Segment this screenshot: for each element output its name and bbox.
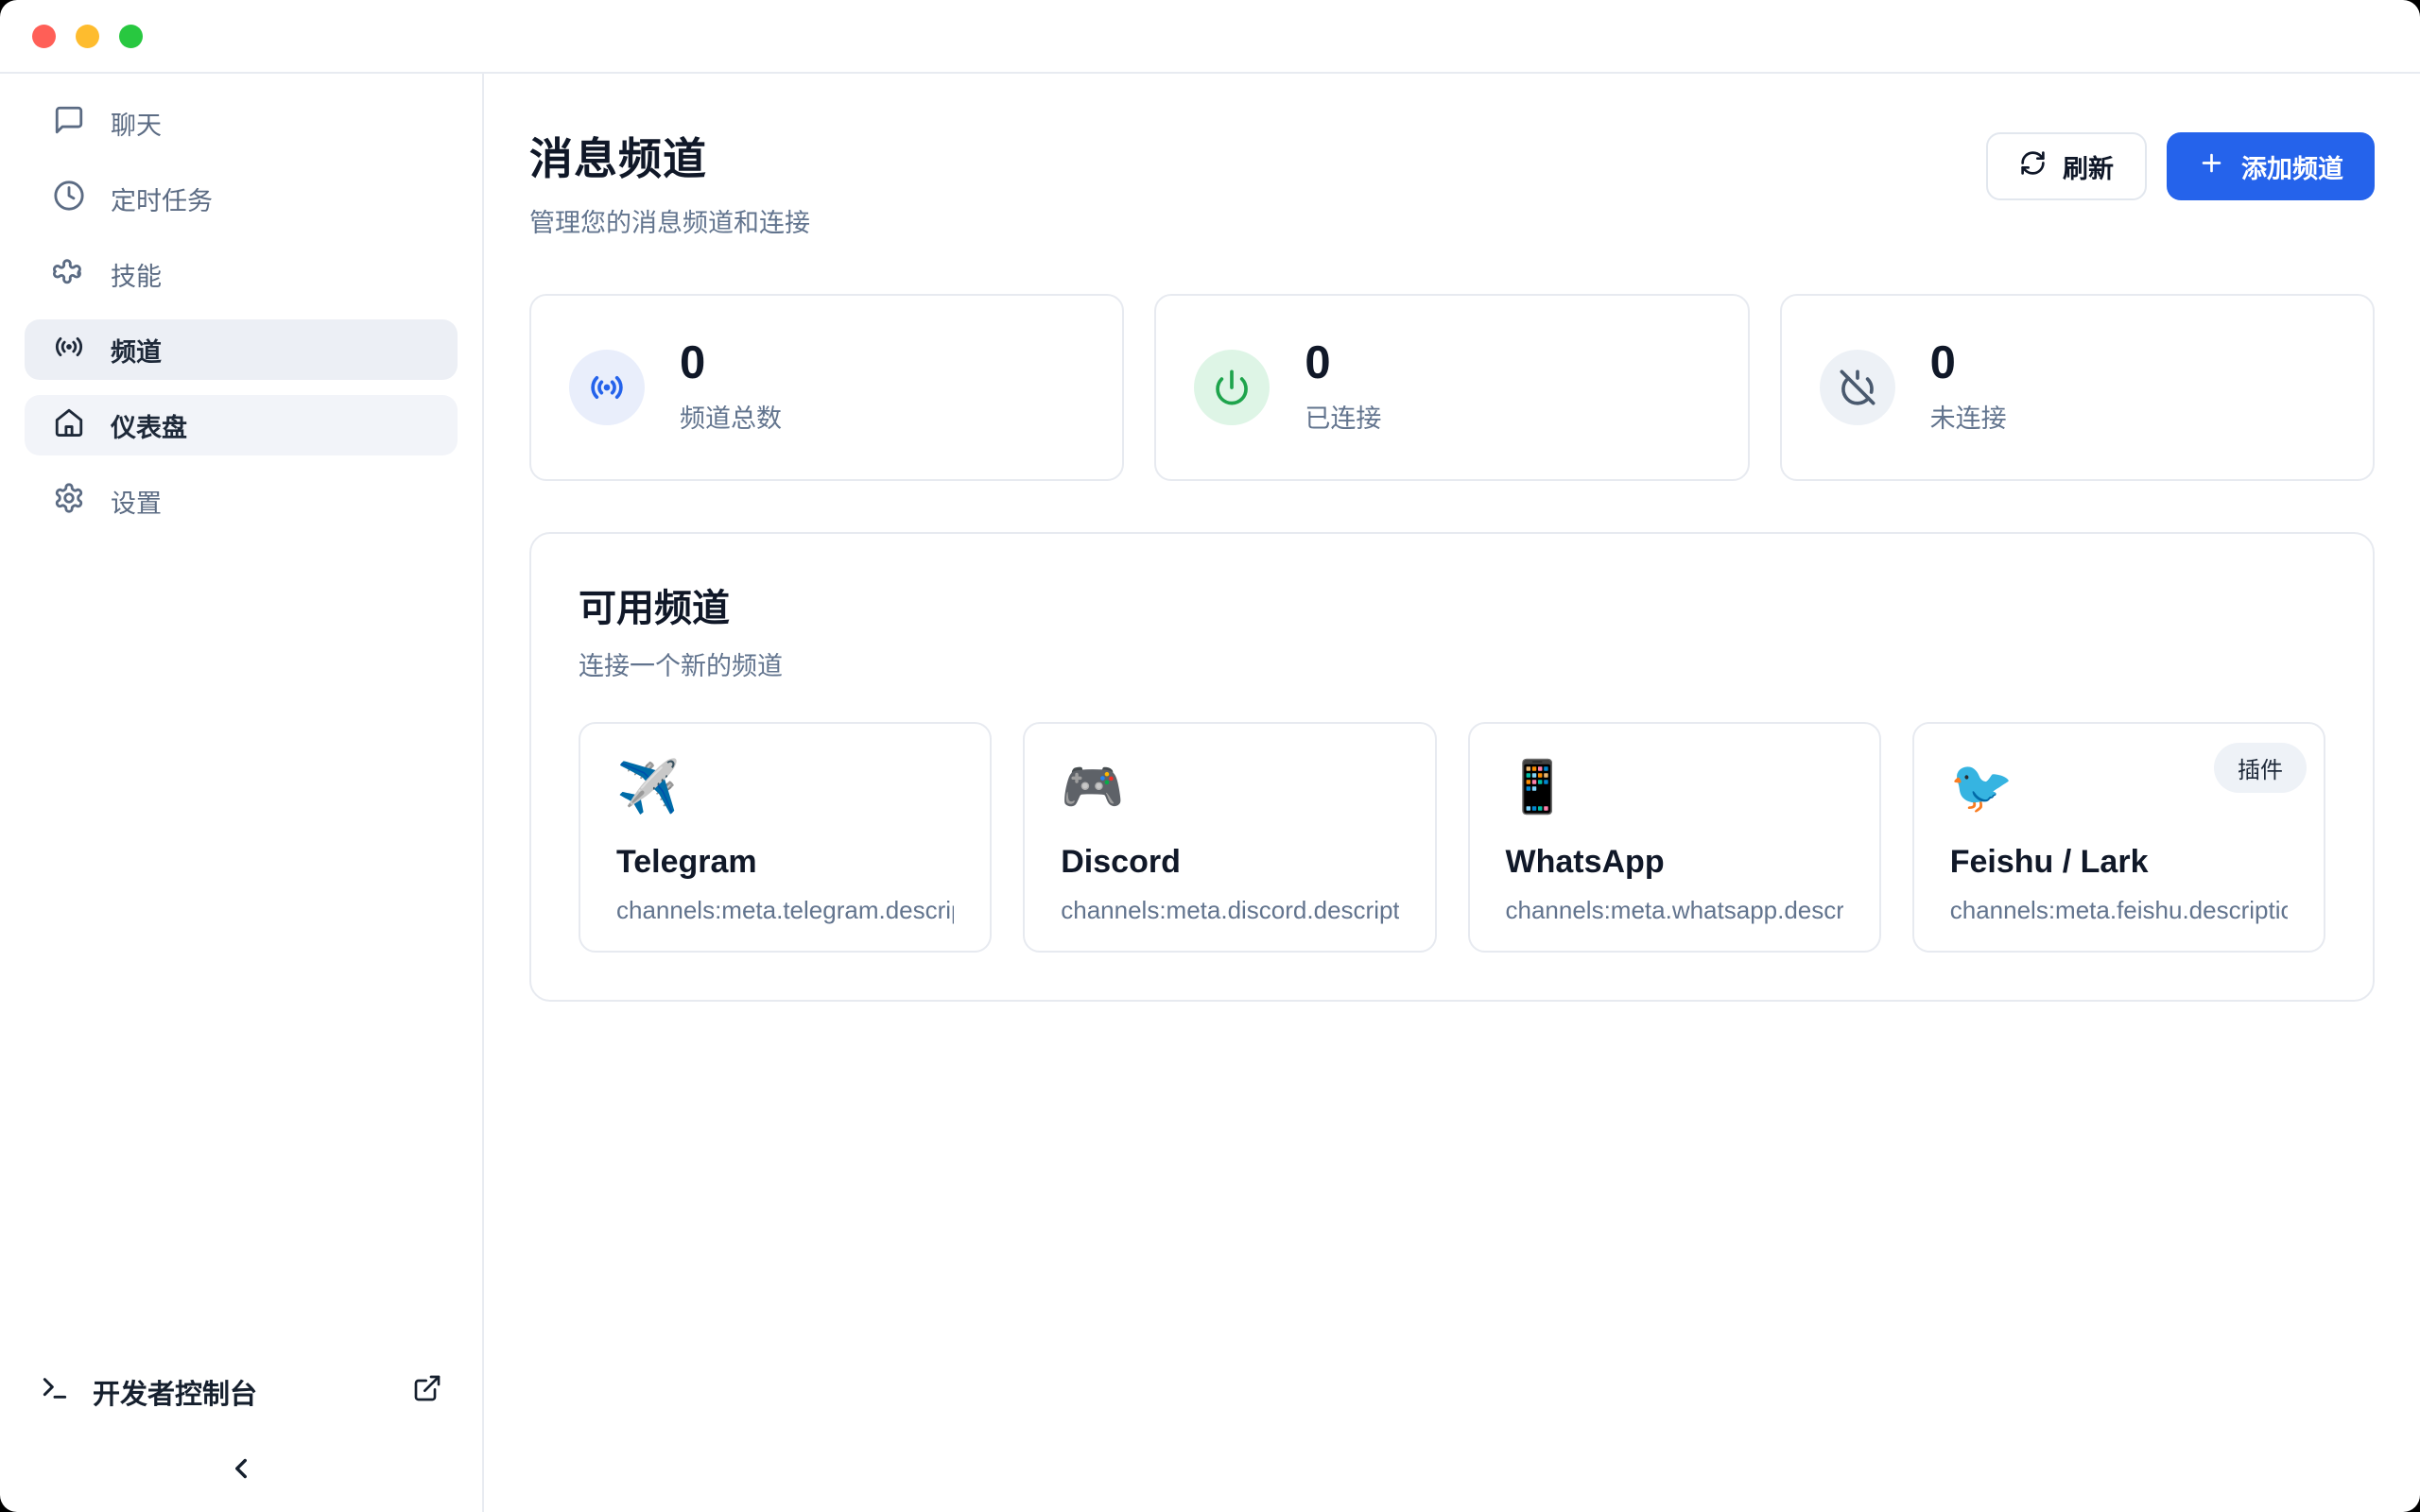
available-channels-panel: 可用频道 连接一个新的频道 ✈️ Telegram channels:meta.… <box>529 532 2375 1002</box>
external-link-icon[interactable] <box>412 1373 442 1411</box>
gear-icon <box>53 482 85 521</box>
page-subtitle: 管理您的消息频道和连接 <box>529 202 810 239</box>
gamepad-emoji-icon: 🎮 <box>1061 760 1398 816</box>
plus-icon <box>2198 149 2225 183</box>
puzzle-icon <box>53 255 85 294</box>
power-icon <box>1194 350 1270 425</box>
stat-card-disconnected: 0 未连接 <box>1780 294 2375 481</box>
chat-bubble-icon <box>53 104 85 143</box>
plugin-badge: 插件 <box>2214 743 2307 793</box>
main-content: 消息频道 管理您的消息频道和连接 刷新 添加频道 <box>484 74 2420 1512</box>
titlebar <box>0 0 2420 74</box>
channel-description: channels:meta.whatsapp.descrip <box>1506 896 1843 925</box>
stat-value: 0 <box>1930 340 2007 387</box>
mobile-phone-emoji-icon: 📱 <box>1506 760 1843 816</box>
sidebar-item-label: 仪表盘 <box>111 407 187 444</box>
channel-name: Discord <box>1061 844 1398 881</box>
airplane-emoji-icon: ✈️ <box>616 760 954 816</box>
sidebar-item-label: 频道 <box>111 332 162 369</box>
refresh-button-label: 刷新 <box>2063 148 2114 185</box>
sidebar-item-chat[interactable]: 聊天 <box>25 93 458 153</box>
sidebar-item-scheduled-tasks[interactable]: 定时任务 <box>25 168 458 229</box>
add-channel-button-label: 添加频道 <box>2241 148 2343 185</box>
sidebar-item-settings[interactable]: 设置 <box>25 471 458 531</box>
sidebar-item-skills[interactable]: 技能 <box>25 244 458 304</box>
refresh-icon <box>2019 149 2047 183</box>
stat-value: 0 <box>1305 340 1381 387</box>
channel-description: channels:meta.telegram.descript <box>616 896 954 925</box>
close-window-button[interactable] <box>32 25 56 48</box>
stat-card-connected: 0 已连接 <box>1154 294 1749 481</box>
page-title: 消息频道 <box>529 125 810 187</box>
sidebar-item-label: 聊天 <box>111 105 162 142</box>
refresh-button[interactable]: 刷新 <box>1986 132 2147 200</box>
minimize-window-button[interactable] <box>76 25 99 48</box>
clock-icon <box>53 180 85 218</box>
channel-card-whatsapp[interactable]: 📱 WhatsApp channels:meta.whatsapp.descri… <box>1468 722 1881 953</box>
available-channels-title: 可用频道 <box>579 577 2325 632</box>
add-channel-button[interactable]: 添加频道 <box>2167 132 2375 200</box>
sidebar-item-label: 设置 <box>111 483 162 520</box>
sidebar-footer: 开发者控制台 <box>0 1362 482 1487</box>
chevron-left-icon <box>225 1452 257 1487</box>
available-channels-subtitle: 连接一个新的频道 <box>579 645 2325 682</box>
zoom-window-button[interactable] <box>119 25 143 48</box>
stats-row: 0 频道总数 0 已连接 <box>529 294 2375 481</box>
sidebar-item-channels[interactable]: 频道 <box>25 319 458 380</box>
terminal-icon <box>40 1373 70 1411</box>
stat-label: 未连接 <box>1930 398 2007 435</box>
channel-name: Telegram <box>616 844 954 881</box>
broadcast-icon <box>53 331 85 369</box>
sidebar-item-dashboard[interactable]: 仪表盘 <box>25 395 458 455</box>
collapse-sidebar-button[interactable] <box>225 1452 257 1487</box>
stat-value: 0 <box>680 340 782 387</box>
channel-description: channels:meta.feishu.description <box>1950 896 2288 925</box>
sidebar-item-label: 技能 <box>111 256 162 293</box>
power-off-icon <box>1820 350 1895 425</box>
channel-card-feishu-lark[interactable]: 插件 🐦 Feishu / Lark channels:meta.feishu.… <box>1912 722 2325 953</box>
sidebar-item-label: 定时任务 <box>111 180 213 217</box>
stat-label: 已连接 <box>1305 398 1381 435</box>
app-window: 聊天 定时任务 技能 频道 仪表盘 <box>0 0 2420 1512</box>
stat-label: 频道总数 <box>680 398 782 435</box>
channel-card-telegram[interactable]: ✈️ Telegram channels:meta.telegram.descr… <box>579 722 992 953</box>
stat-card-total-channels: 0 频道总数 <box>529 294 1124 481</box>
channel-name: Feishu / Lark <box>1950 844 2288 881</box>
sidebar: 聊天 定时任务 技能 频道 仪表盘 <box>0 74 484 1512</box>
channel-grid: ✈️ Telegram channels:meta.telegram.descr… <box>579 722 2325 953</box>
channel-description: channels:meta.discord.descriptic <box>1061 896 1398 925</box>
channel-card-discord[interactable]: 🎮 Discord channels:meta.discord.descript… <box>1023 722 1436 953</box>
page-header: 消息频道 管理您的消息频道和连接 刷新 添加频道 <box>529 125 2375 239</box>
home-icon <box>53 406 85 445</box>
sidebar-nav: 聊天 定时任务 技能 频道 仪表盘 <box>0 93 482 531</box>
developer-console-label: 开发者控制台 <box>93 1372 257 1412</box>
channel-name: WhatsApp <box>1506 844 1843 881</box>
developer-console-link[interactable]: 开发者控制台 <box>0 1362 482 1422</box>
header-actions: 刷新 添加频道 <box>1986 132 2375 200</box>
broadcast-icon <box>569 350 645 425</box>
